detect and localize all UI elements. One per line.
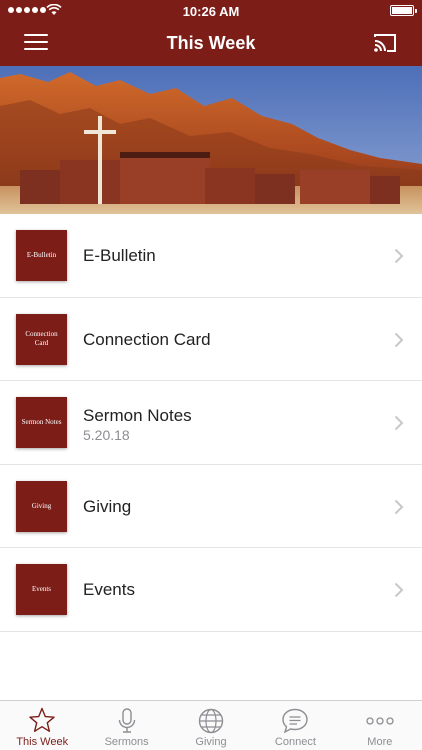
list-item-subtitle: 5.20.18 <box>83 427 130 444</box>
tab-giving[interactable]: Giving <box>169 701 253 750</box>
list-item-title: Events <box>83 580 135 600</box>
list-item-sermon-notes[interactable]: Sermon Notes Sermon Notes 5.20.18 <box>0 381 422 465</box>
tab-connect[interactable]: Connect <box>253 701 337 750</box>
hero-image <box>0 66 422 214</box>
giving-thumbnail: Giving <box>16 480 67 532</box>
tab-more[interactable]: More <box>338 701 422 750</box>
tab-bar: This Week Sermons Giving Connect More <box>0 700 422 750</box>
tab-label: More <box>367 736 393 748</box>
battery-icon <box>390 5 417 16</box>
microphone-icon <box>118 708 135 733</box>
cast-icon[interactable] <box>372 32 398 54</box>
globe-icon <box>198 708 224 734</box>
tab-label: Sermons <box>104 736 149 748</box>
chat-bubble-icon <box>282 708 309 734</box>
status-time: 10:26 AM <box>182 4 240 19</box>
app-header: 10:26 AM This Week <box>0 0 422 66</box>
star-icon <box>29 707 55 732</box>
list-item-title: Giving <box>83 496 132 516</box>
list-item-title: E-Bulletin <box>83 246 156 265</box>
chevron-right-icon <box>394 415 404 431</box>
content-list: E-Bulletin E-Bulletin Connection Card Co… <box>0 214 422 632</box>
more-dots-icon <box>366 717 394 725</box>
connection-card-thumbnail: Connection Card <box>16 313 67 365</box>
chevron-right-icon <box>394 583 404 598</box>
list-item-connection-card[interactable]: Connection Card Connection Card <box>0 298 422 382</box>
sermon-notes-thumbnail: Sermon Notes <box>16 397 67 449</box>
chevron-right-icon <box>394 499 404 514</box>
tab-label: Giving <box>195 736 227 748</box>
events-thumbnail: Events <box>16 564 67 616</box>
tab-label: Connect <box>274 736 316 748</box>
status-bar: 10:26 AM <box>0 0 422 22</box>
page-title: This Week <box>166 33 256 53</box>
tab-sermons[interactable]: Sermons <box>84 701 168 750</box>
list-item-title: Sermon Notes <box>83 406 192 426</box>
navigation-bar: This Week <box>0 22 422 66</box>
chevron-right-icon <box>394 248 404 264</box>
list-item-e-bulletin[interactable]: E-Bulletin E-Bulletin <box>0 214 422 298</box>
list-item-title: Connection Card <box>83 329 211 349</box>
tab-label: This Week <box>16 736 69 748</box>
e-bulletin-thumbnail: E-Bulletin <box>16 230 67 281</box>
tab-this-week[interactable]: This Week <box>0 701 84 750</box>
list-item-events[interactable]: Events Events <box>0 548 422 632</box>
chevron-right-icon <box>394 332 404 347</box>
list-item-giving[interactable]: Giving Giving <box>0 465 422 549</box>
